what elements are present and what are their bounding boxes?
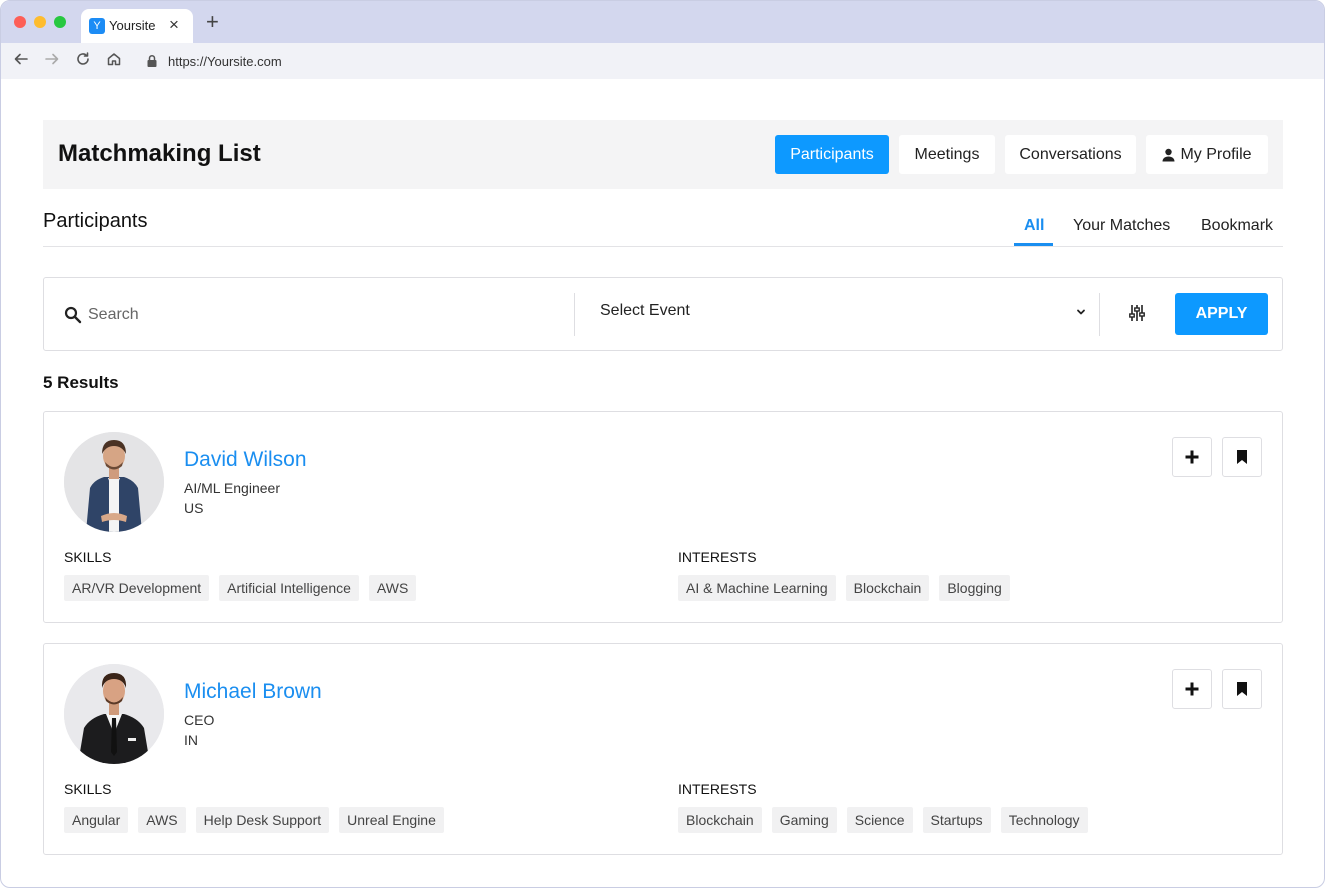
title-bar: Y Yoursite × + — [1, 1, 1324, 43]
skill-chip: AWS — [138, 807, 186, 833]
page-title: Matchmaking List — [58, 140, 261, 167]
skills-list: Angular AWS Help Desk Support Unreal Eng… — [64, 807, 444, 833]
participant-card: Michael Brown CEO IN SKILLS INTERESTS An… — [43, 643, 1283, 855]
avatar — [64, 432, 164, 532]
chevron-down-icon — [1077, 309, 1085, 315]
user-icon — [1162, 148, 1175, 161]
add-connection-button[interactable] — [1172, 437, 1212, 477]
skill-chip: Angular — [64, 807, 129, 833]
back-arrow-icon[interactable] — [11, 51, 31, 71]
skill-chip: AR/VR Development — [64, 575, 210, 601]
apply-button[interactable]: APPLY — [1175, 293, 1268, 335]
interests-list: Blockchain Gaming Science Startups Techn… — [678, 807, 1088, 833]
participant-country: IN — [184, 732, 198, 748]
skill-chip: Help Desk Support — [195, 807, 330, 833]
skill-chip: AWS — [368, 575, 417, 601]
interest-chip: Blockchain — [678, 807, 762, 833]
avatar — [64, 664, 164, 764]
interest-chip: Gaming — [771, 807, 837, 833]
browser-tab[interactable]: Y Yoursite × — [81, 9, 193, 43]
skills-label: SKILLS — [64, 781, 112, 797]
event-select[interactable]: Select Event — [600, 302, 1090, 328]
results-count: 5 Results — [43, 373, 119, 392]
interest-chip: Science — [846, 807, 913, 833]
skills-label: SKILLS — [64, 549, 112, 565]
tab-bookmark[interactable]: Bookmark — [1201, 217, 1273, 235]
divider — [1099, 293, 1100, 336]
participant-card: David Wilson AI/ML Engineer US SKILLS IN… — [43, 411, 1283, 623]
participant-name-link[interactable]: Michael Brown — [184, 680, 322, 704]
interest-chip: Technology — [1000, 807, 1088, 833]
bookmark-button[interactable] — [1222, 669, 1262, 709]
add-connection-button[interactable] — [1172, 669, 1212, 709]
skill-chip: Artificial Intelligence — [219, 575, 359, 601]
interest-chip: AI & Machine Learning — [678, 575, 836, 601]
section-divider — [43, 246, 1283, 247]
sliders-icon[interactable] — [1129, 304, 1145, 322]
my-profile-label: My Profile — [1180, 145, 1252, 163]
divider — [574, 293, 575, 336]
interest-chip: Startups — [922, 807, 991, 833]
tab-title: Yoursite — [109, 18, 156, 33]
bookmark-button[interactable] — [1222, 437, 1262, 477]
meetings-button[interactable]: Meetings — [899, 135, 995, 174]
address-bar: https://Yoursite.com — [1, 43, 1324, 79]
maximize-window-button[interactable] — [54, 16, 66, 28]
url-field[interactable]: https://Yoursite.com — [168, 54, 282, 69]
section-title: Participants — [43, 210, 148, 232]
conversations-button[interactable]: Conversations — [1005, 135, 1136, 174]
participant-role: AI/ML Engineer — [184, 480, 280, 496]
interests-list: AI & Machine Learning Blockchain Bloggin… — [678, 575, 1010, 601]
interest-chip: Blogging — [939, 575, 1010, 601]
close-window-button[interactable] — [14, 16, 26, 28]
bookmark-icon — [1237, 450, 1247, 464]
search-input[interactable] — [88, 302, 558, 328]
forward-arrow-icon[interactable] — [42, 51, 62, 71]
favicon-icon: Y — [89, 18, 105, 34]
participant-name-link[interactable]: David Wilson — [184, 448, 307, 472]
my-profile-button[interactable]: My Profile — [1146, 135, 1268, 174]
participants-button[interactable]: Participants — [775, 135, 889, 174]
filter-panel: Select Event APPLY — [43, 277, 1283, 351]
reload-icon[interactable] — [73, 51, 93, 71]
search-icon — [64, 306, 82, 324]
bookmark-icon — [1237, 682, 1247, 696]
page-header: Matchmaking List Participants Meetings C… — [43, 120, 1283, 189]
close-icon[interactable]: × — [169, 15, 179, 35]
active-tab-indicator — [1014, 243, 1053, 246]
interests-label: INTERESTS — [678, 781, 757, 797]
participant-role: CEO — [184, 712, 215, 728]
event-select-value: Select Event — [600, 302, 690, 319]
skill-chip: Unreal Engine — [339, 807, 444, 833]
plus-icon — [1185, 450, 1199, 464]
minimize-window-button[interactable] — [34, 16, 46, 28]
lock-icon — [147, 54, 157, 67]
plus-icon — [1185, 682, 1199, 696]
interests-label: INTERESTS — [678, 549, 757, 565]
interest-chip: Blockchain — [845, 575, 930, 601]
browser-window: Y Yoursite × + https://Yoursite.com Matc… — [0, 0, 1325, 888]
plus-icon[interactable]: + — [206, 11, 219, 33]
home-icon[interactable] — [104, 51, 124, 71]
participant-country: US — [184, 500, 204, 516]
skills-list: AR/VR Development Artificial Intelligenc… — [64, 575, 417, 601]
tab-your-matches[interactable]: Your Matches — [1073, 217, 1170, 235]
tab-all[interactable]: All — [1024, 217, 1044, 235]
